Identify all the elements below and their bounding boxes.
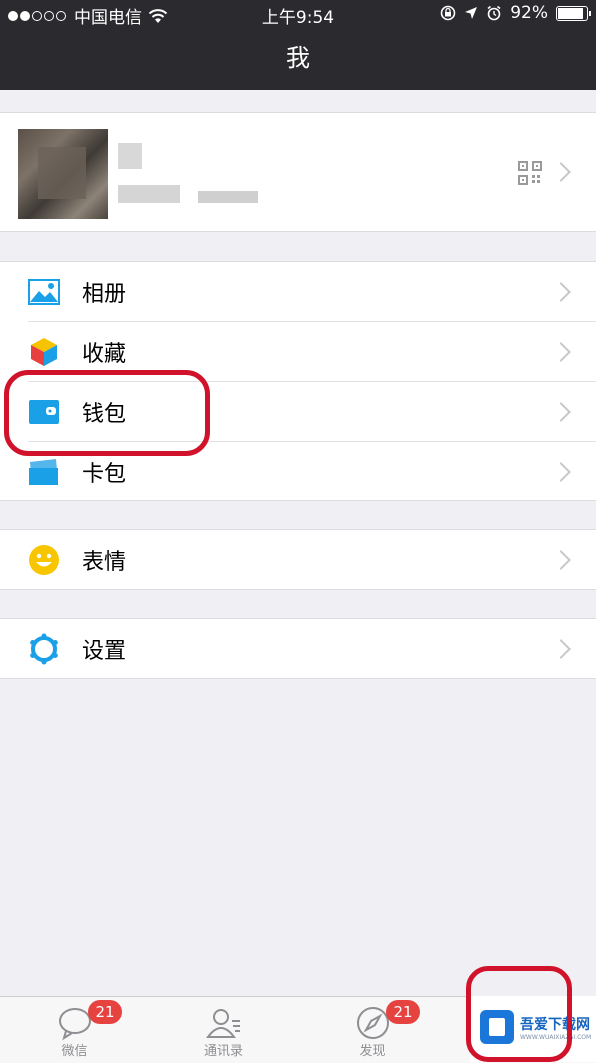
battery-percent: 92% <box>510 3 548 23</box>
chevron-right-icon <box>551 462 571 482</box>
contacts-icon <box>206 1009 240 1038</box>
tab-discover[interactable]: 21 发现 <box>298 997 447 1063</box>
menu-item-label: 收藏 <box>82 342 127 367</box>
chevron-right-icon <box>551 342 571 362</box>
profile-id-blurred <box>118 185 180 203</box>
wallet-highlight-annotation <box>4 370 210 456</box>
location-arrow-icon <box>465 7 478 19</box>
menu-item-label: 卡包 <box>82 462 127 487</box>
qr-code-icon[interactable] <box>518 161 542 185</box>
avatar[interactable] <box>18 129 108 219</box>
chevron-right-icon <box>551 550 571 570</box>
menu-group-settings: 设置 <box>0 618 596 679</box>
tab-contacts[interactable]: 通讯录 <box>149 997 298 1063</box>
profile-card[interactable] <box>0 112 596 232</box>
profile-id-blurred-2 <box>198 191 258 203</box>
menu-item-settings[interactable]: 设置 <box>0 619 596 678</box>
unread-badge: 21 <box>88 1000 122 1024</box>
menu-group-stickers: 表情 <box>0 529 596 590</box>
chevron-right-icon <box>551 402 571 422</box>
menu-item-label: 表情 <box>82 550 127 575</box>
chevron-right-icon <box>551 282 571 302</box>
favorites-cube-icon <box>31 338 57 366</box>
me-tab-highlight-annotation <box>466 966 572 1062</box>
menu-item-stickers[interactable]: 表情 <box>0 530 596 589</box>
menu-item-album[interactable]: 相册 <box>0 262 596 321</box>
tab-label: 发现 <box>359 1044 386 1059</box>
tab-label: 通讯录 <box>203 1044 243 1059</box>
chevron-right-icon <box>551 162 571 182</box>
tab-chats[interactable]: 21 微信 <box>0 997 149 1063</box>
sticker-smiley-icon <box>29 545 59 575</box>
profile-name-blurred <box>118 143 142 169</box>
card-wallet-icon <box>29 459 58 485</box>
battery-icon <box>556 5 591 21</box>
menu-item-label: 相册 <box>82 282 127 307</box>
menu-item-label: 设置 <box>82 639 127 664</box>
settings-gear-icon <box>30 633 58 665</box>
alarm-icon <box>487 5 501 21</box>
unread-badge: 21 <box>386 1000 420 1024</box>
status-bar: 中国电信 上午9:54 92% <box>0 0 596 28</box>
tab-label: 微信 <box>61 1044 88 1059</box>
chevron-right-icon <box>551 639 571 659</box>
page-title: 我 <box>0 26 596 90</box>
rotation-lock-icon <box>440 5 456 21</box>
album-icon <box>28 279 60 305</box>
